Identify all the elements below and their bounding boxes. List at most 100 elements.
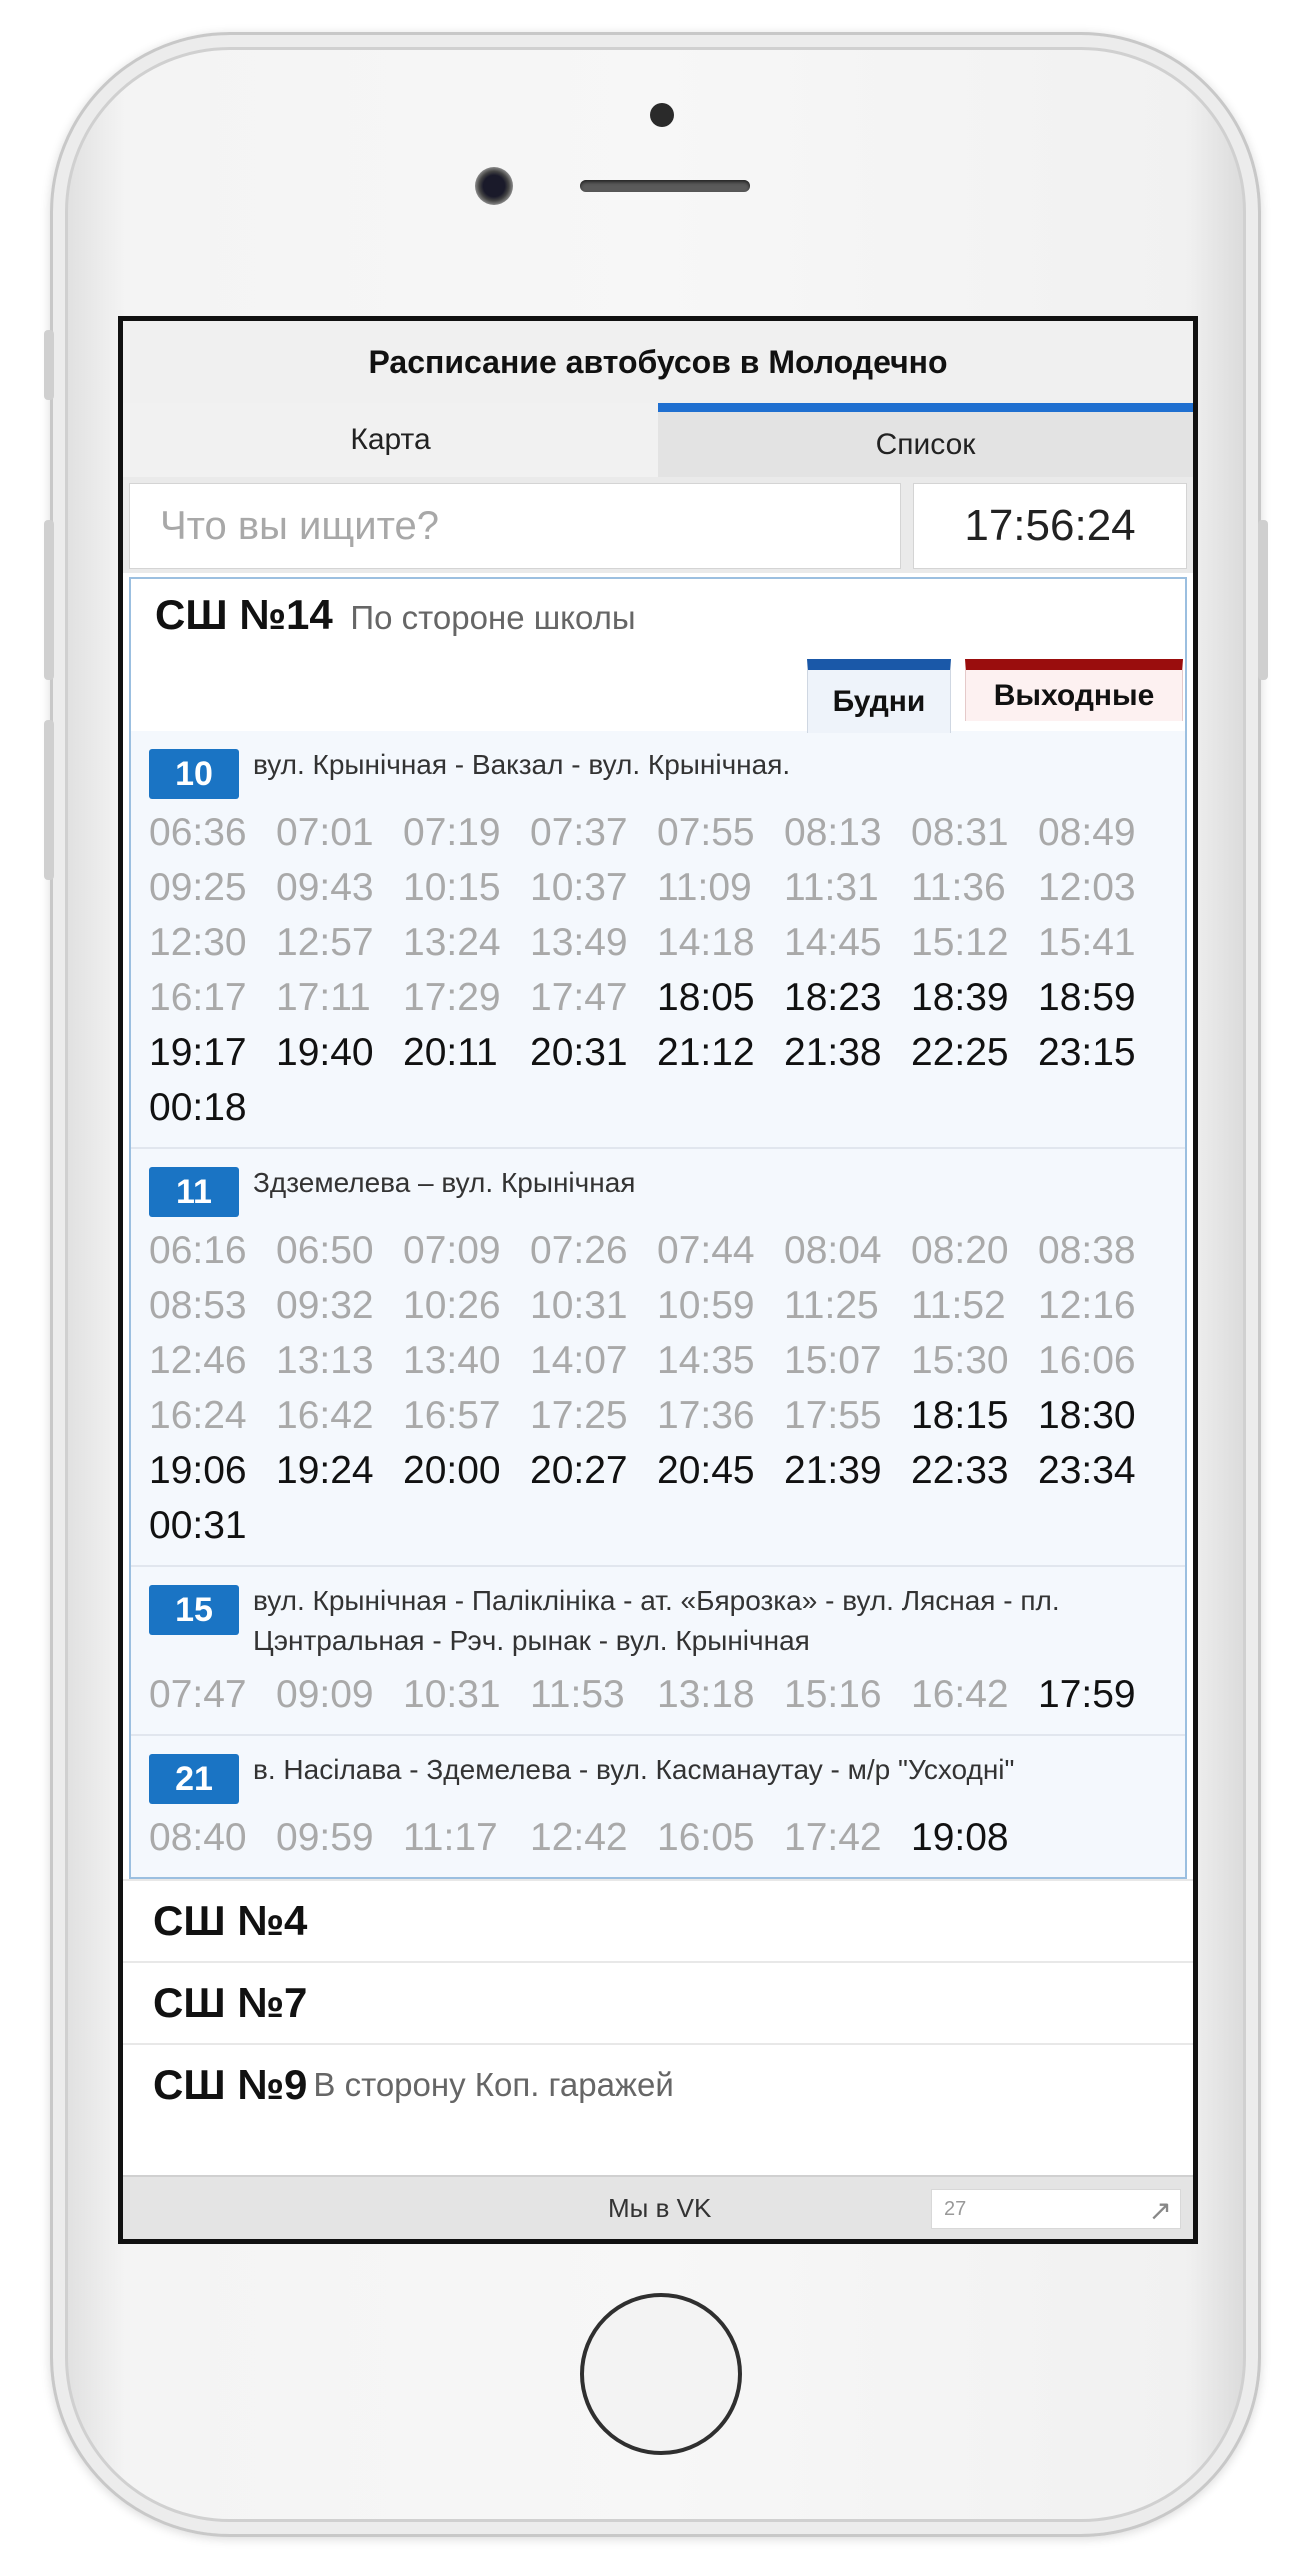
mute-switch xyxy=(44,330,54,400)
departure-time-past: 12:16 xyxy=(1038,1284,1136,1327)
vk-link[interactable]: Мы в VK xyxy=(608,2193,711,2224)
departure-time-past: 08:49 xyxy=(1038,811,1136,854)
departure-time-past: 07:47 xyxy=(149,1673,247,1716)
tab-map[interactable]: Карта xyxy=(123,403,658,477)
departure-time-upcoming: 20:11 xyxy=(403,1031,498,1074)
stop-card-expanded: СШ №14 По стороне школы Будни Выходные 1… xyxy=(129,577,1187,1879)
departure-time-past: 09:25 xyxy=(149,866,247,909)
departure-time-upcoming: 22:25 xyxy=(911,1031,1009,1074)
departure-time-past: 15:41 xyxy=(1038,921,1136,964)
departure-time-past: 11:53 xyxy=(530,1673,625,1716)
route-list: 10 вул. Крынічная - Вакзал - вул. Крынічн… xyxy=(131,731,1185,1877)
departure-time-upcoming: 19:40 xyxy=(276,1031,374,1074)
departure-time-upcoming: 19:06 xyxy=(149,1449,247,1492)
search-bar: Что вы ищите? 17:56:24 xyxy=(123,477,1193,573)
route-15: 15 вул. Крынічная - Паліклініка - ат. «Бя… xyxy=(131,1565,1185,1734)
departure-time-past: 13:13 xyxy=(276,1339,374,1382)
departure-time-past: 14:45 xyxy=(784,921,882,964)
route-name: в. Насілава - Здемелева - вул. Касманаут… xyxy=(253,1754,1015,1785)
tab-weekends[interactable]: Выходные xyxy=(965,659,1183,721)
earpiece-speaker xyxy=(580,180,750,192)
route-number-badge[interactable]: 11 xyxy=(149,1167,239,1217)
departure-time-past: 08:13 xyxy=(784,811,882,854)
departure-time-past: 17:25 xyxy=(530,1394,628,1437)
departure-time-past: 12:03 xyxy=(1038,866,1136,909)
departure-time-past: 17:11 xyxy=(276,976,371,1019)
route-11: 11 Здземелева – вул. Крынічная 06:16 06:50 0… xyxy=(131,1147,1185,1565)
screen: Расписание автобусов в Молодечно Карта С… xyxy=(118,316,1198,2244)
departure-time-past: 17:42 xyxy=(784,1816,882,1859)
departure-time-past: 11:25 xyxy=(784,1284,879,1327)
departure-time-past: 07:09 xyxy=(403,1229,501,1272)
stop-list-item[interactable]: СШ №9 В сторону Коп. гаражей xyxy=(123,2043,1193,2125)
departure-time-upcoming: 20:31 xyxy=(530,1031,628,1074)
stop-list-item[interactable]: СШ №4 xyxy=(123,1879,1193,1961)
departure-time-past: 07:44 xyxy=(657,1229,755,1272)
route-number-badge[interactable]: 15 xyxy=(149,1585,239,1635)
departure-time-past: 11:17 xyxy=(403,1816,498,1859)
departure-time-upcoming: 21:38 xyxy=(784,1031,882,1074)
departure-time-past: 09:43 xyxy=(276,866,374,909)
departure-time-past: 07:26 xyxy=(530,1229,628,1272)
departure-time-past: 17:36 xyxy=(657,1394,755,1437)
route-title: 21 в. Насілава - Здемелева - вул. Касмана… xyxy=(149,1750,1185,1804)
departure-time-past: 06:16 xyxy=(149,1229,247,1272)
footer: Мы в VK 27 ↗ xyxy=(123,2175,1193,2239)
departure-time-past: 13:24 xyxy=(403,921,501,964)
departure-time-past: 10:37 xyxy=(530,866,628,909)
departure-time-past: 11:36 xyxy=(911,866,1006,909)
departure-time-past: 12:46 xyxy=(149,1339,247,1382)
departure-time-past: 15:12 xyxy=(911,921,1009,964)
departure-time-past: 08:40 xyxy=(149,1816,247,1859)
departure-time-past: 16:06 xyxy=(1038,1339,1136,1382)
departure-time-past: 14:35 xyxy=(657,1339,755,1382)
departure-time-upcoming: 00:31 xyxy=(149,1504,247,1547)
departure-time-past: 15:07 xyxy=(784,1339,882,1382)
stop-name-label: СШ №9 xyxy=(153,2061,308,2108)
departure-time-past: 11:09 xyxy=(657,866,752,909)
departure-time-past: 17:55 xyxy=(784,1394,882,1437)
route-number-badge[interactable]: 10 xyxy=(149,749,239,799)
departure-time-past: 17:47 xyxy=(530,976,628,1019)
departure-time-past: 09:59 xyxy=(276,1816,374,1859)
tab-list[interactable]: Список xyxy=(658,403,1193,477)
stop-list-item[interactable]: СШ №7 xyxy=(123,1961,1193,2043)
departure-time-upcoming: 23:34 xyxy=(1038,1449,1136,1492)
departure-time-past: 16:42 xyxy=(276,1394,374,1437)
stop-direction: По стороне школы xyxy=(350,599,636,636)
departure-times: 07:47 09:09 10:31 11:53 13:18 15:16 16:42 17:59 xyxy=(149,1667,1185,1722)
departure-times: 06:16 06:50 07:09 07:26 07:44 08:04 08:20 08:38… xyxy=(149,1223,1185,1553)
route-title: 11 Здземелева – вул. Крынічная xyxy=(149,1163,1185,1217)
departure-time-past: 12:42 xyxy=(530,1816,628,1859)
visitor-counter[interactable]: 27 ↗ xyxy=(931,2189,1181,2229)
departure-time-past: 13:40 xyxy=(403,1339,501,1382)
departure-time-past: 07:01 xyxy=(276,811,374,854)
stop-name: СШ №14 По стороне школы xyxy=(155,591,636,639)
departure-time-past: 11:52 xyxy=(911,1284,1006,1327)
departure-time-upcoming: 22:33 xyxy=(911,1449,1009,1492)
route-number-badge[interactable]: 21 xyxy=(149,1754,239,1804)
counter-value: 27 xyxy=(944,2197,967,2220)
departure-time-past: 13:49 xyxy=(530,921,628,964)
departure-time-past: 16:42 xyxy=(911,1673,1009,1716)
departure-time-past: 12:57 xyxy=(276,921,374,964)
stop-name-label: СШ №7 xyxy=(153,1979,308,2026)
departure-time-past: 08:53 xyxy=(149,1284,247,1327)
front-camera xyxy=(475,167,513,205)
departure-time-past: 10:15 xyxy=(403,866,501,909)
departure-time-upcoming: 19:24 xyxy=(276,1449,374,1492)
tab-weekdays[interactable]: Будни xyxy=(807,659,951,733)
departure-time-past: 16:57 xyxy=(403,1394,501,1437)
stop-header[interactable]: СШ №14 По стороне школы Будни Выходные xyxy=(131,579,1185,733)
departure-time-past: 07:55 xyxy=(657,811,755,854)
departure-time-past: 15:30 xyxy=(911,1339,1009,1382)
departure-time-past: 13:18 xyxy=(657,1673,755,1716)
front-sensor xyxy=(650,103,674,127)
departure-time-upcoming: 19:17 xyxy=(149,1031,247,1074)
search-input[interactable]: Что вы ищите? xyxy=(129,483,901,569)
route-name: вул. Крынічная - Вакзал - вул. Крынічная… xyxy=(253,749,791,780)
departure-time-upcoming: 23:15 xyxy=(1038,1031,1136,1074)
departure-time-past: 15:16 xyxy=(784,1673,882,1716)
home-button[interactable] xyxy=(580,2293,742,2455)
route-name: Здземелева – вул. Крынічная xyxy=(253,1167,636,1198)
